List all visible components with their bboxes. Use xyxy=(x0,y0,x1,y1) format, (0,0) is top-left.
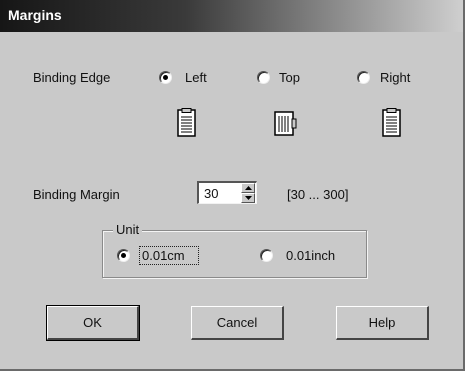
binding-edge-left-radio[interactable] xyxy=(159,71,172,84)
binding-edge-right-label: Right xyxy=(380,70,411,85)
unit-cm-option[interactable]: 0.01cm xyxy=(117,246,207,266)
binding-edge-left-label: Left xyxy=(185,70,207,85)
help-button[interactable]: Help xyxy=(336,306,429,340)
binding-edge-label: Binding Edge xyxy=(33,70,111,85)
spin-down-button[interactable] xyxy=(241,193,255,203)
unit-inch-label: 0.01inch xyxy=(286,248,336,263)
binding-edge-right-radio[interactable] xyxy=(357,71,370,84)
spin-up-button[interactable] xyxy=(241,183,255,193)
cancel-button[interactable]: Cancel xyxy=(191,306,284,340)
arrow-up-icon xyxy=(245,186,252,190)
unit-inch-option[interactable]: 0.01inch xyxy=(260,246,360,266)
binding-margin-label: Binding Margin xyxy=(33,187,120,202)
margins-dialog: Margins Binding Edge Left Top Right Bind… xyxy=(0,0,465,371)
document-right-binding-icon xyxy=(382,108,401,137)
binding-edge-top-option[interactable]: Top xyxy=(257,68,319,88)
window-title: Margins xyxy=(8,7,62,23)
ok-button[interactable]: OK xyxy=(46,305,140,341)
binding-margin-value[interactable]: 30 xyxy=(204,186,218,201)
binding-margin-spinbox[interactable]: 30 xyxy=(197,181,257,204)
binding-edge-top-radio[interactable] xyxy=(257,71,270,84)
title-bar[interactable]: Margins xyxy=(0,0,463,32)
unit-cm-label: 0.01cm xyxy=(142,248,185,263)
unit-groupbox: Unit 0.01cm 0.01inch xyxy=(102,222,367,278)
arrow-down-icon xyxy=(245,196,252,200)
document-top-binding-icon xyxy=(274,111,297,136)
binding-edge-right-option[interactable]: Right xyxy=(357,68,427,88)
document-left-binding-icon xyxy=(177,108,196,137)
unit-group-label: Unit xyxy=(113,222,143,237)
binding-edge-left-option[interactable]: Left xyxy=(159,68,221,88)
unit-cm-radio[interactable] xyxy=(117,249,130,262)
unit-inch-radio[interactable] xyxy=(260,249,273,262)
binding-edge-top-label: Top xyxy=(279,70,300,85)
binding-margin-range: [30 ... 300] xyxy=(287,187,349,202)
